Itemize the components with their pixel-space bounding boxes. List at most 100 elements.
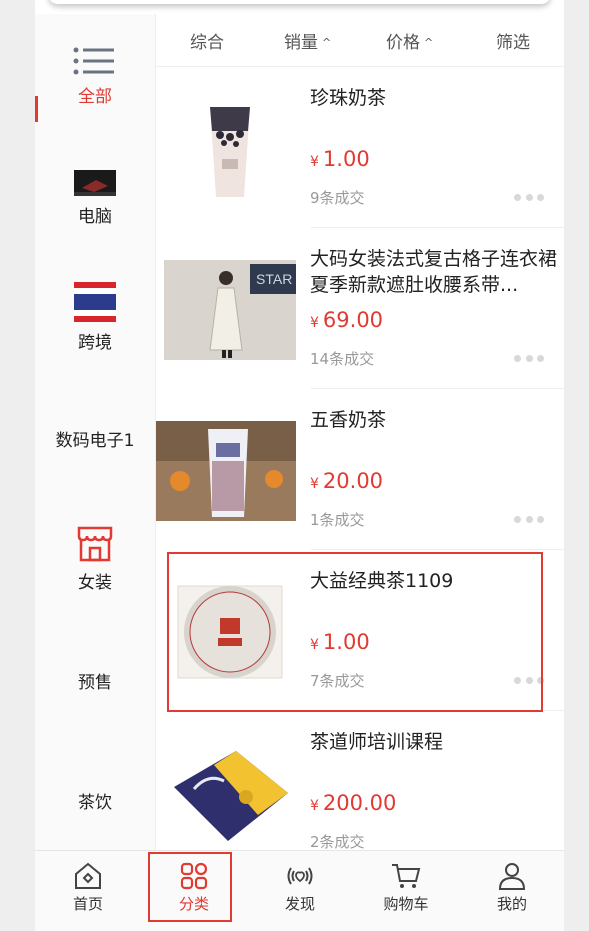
sort-price[interactable]: 价格 ^ xyxy=(386,28,433,53)
tab-label: 发现 xyxy=(284,895,315,913)
product-image-spiced-milk-tea xyxy=(156,421,296,521)
product-price: ¥69.00 xyxy=(310,308,383,332)
list-icon xyxy=(73,47,114,75)
tab-label: 首页 xyxy=(72,895,103,913)
sort-label: 综合 xyxy=(190,33,224,53)
product-name: 大益经典茶1109 xyxy=(310,570,454,592)
product-list: 珍珠奶茶 ¥1.00 9条成交 STAR 大码女装法式复古格子连衣裙夏季新款遮肚… xyxy=(156,67,564,850)
dot-icon xyxy=(525,516,533,523)
tab-label: 购物车 xyxy=(383,895,429,913)
category-item-womens-wear[interactable]: 女装 xyxy=(35,526,155,593)
sales-count: 14条成交 xyxy=(310,350,375,368)
user-icon xyxy=(498,863,526,890)
category-item-all[interactable]: 全部 xyxy=(35,46,155,107)
caret-up-icon: ^ xyxy=(322,36,332,49)
currency-symbol: ¥ xyxy=(310,476,319,492)
product-price: ¥200.00 xyxy=(310,791,396,815)
sort-sales[interactable]: 销量 ^ xyxy=(284,28,331,53)
category-item-tea-drinks[interactable]: 茶饮 xyxy=(35,788,155,813)
price-value: 1.00 xyxy=(322,147,370,171)
tab-discover[interactable]: 发现 xyxy=(247,851,353,931)
home-icon xyxy=(75,862,101,889)
price-value: 69.00 xyxy=(322,308,384,332)
product-price: ¥20.00 xyxy=(310,469,383,493)
tab-label: 我的 xyxy=(496,895,527,913)
category-label: 电脑 xyxy=(78,207,112,227)
price-value: 20.00 xyxy=(322,469,384,493)
more-options-button[interactable] xyxy=(514,677,544,685)
category-label: 茶饮 xyxy=(78,793,112,813)
category-sidebar: 全部 电脑 跨境 数码电子1 女装 预售 茶饮 xyxy=(35,14,156,850)
category-label: 跨境 xyxy=(78,333,112,353)
tab-cart[interactable]: 购物车 xyxy=(353,851,459,931)
dot-icon xyxy=(514,677,521,684)
product-card[interactable]: STAR 大码女装法式复古格子连衣裙夏季新款遮肚收腰系带... ¥69.00 1… xyxy=(156,228,564,389)
dot-icon xyxy=(525,355,533,362)
sort-bar: 综合 销量 ^ 价格 ^ 筛选 xyxy=(156,14,564,67)
tab-profile[interactable]: 我的 xyxy=(459,851,564,931)
category-label: 预售 xyxy=(78,673,112,693)
dot-icon xyxy=(514,516,521,523)
currency-symbol: ¥ xyxy=(310,798,319,814)
sort-comprehensive[interactable]: 综合 xyxy=(190,28,224,53)
product-card[interactable]: 茶道师培训课程 ¥200.00 2条成交 xyxy=(156,711,564,850)
currency-symbol: ¥ xyxy=(310,637,319,653)
svg-text:STAR: STAR xyxy=(256,271,292,287)
product-image-plaid-dress: STAR xyxy=(164,260,296,360)
category-grid-icon xyxy=(180,862,208,890)
sales-count: 7条成交 xyxy=(310,672,365,690)
category-label: 全部 xyxy=(78,87,112,107)
category-item-presale[interactable]: 预售 xyxy=(35,668,155,693)
storefront-icon xyxy=(77,526,113,562)
dot-icon xyxy=(525,194,533,201)
bottom-tab-bar: 首页 分类 发现 购物车 我的 xyxy=(35,850,564,931)
sort-label: 价格 xyxy=(386,33,420,53)
product-image-puer-tea-cake xyxy=(164,582,296,682)
laptop-image-icon xyxy=(74,170,116,196)
category-item-digital[interactable]: 数码电子1 xyxy=(35,426,155,451)
category-label: 数码电子1 xyxy=(55,431,135,451)
category-item-computer[interactable]: 电脑 xyxy=(35,170,155,227)
thailand-flag-icon xyxy=(74,282,116,322)
app-screen: 全部 电脑 跨境 数码电子1 女装 预售 茶饮 综合 销量 ^ 价格 ^ 筛选 … xyxy=(35,0,564,931)
price-value: 200.00 xyxy=(322,791,397,815)
product-card[interactable]: 珍珠奶茶 ¥1.00 9条成交 xyxy=(156,67,564,228)
dot-icon xyxy=(514,194,521,201)
product-price: ¥1.00 xyxy=(310,147,370,171)
tab-category[interactable]: 分类 xyxy=(141,851,247,931)
currency-symbol: ¥ xyxy=(310,154,319,170)
category-label: 女装 xyxy=(78,573,112,593)
product-image-tea-course xyxy=(164,743,296,843)
product-name: 五香奶茶 xyxy=(310,409,387,431)
product-card[interactable]: 五香奶茶 ¥20.00 1条成交 xyxy=(156,389,564,550)
product-name: 茶道师培训课程 xyxy=(310,731,444,753)
search-bar-edge[interactable] xyxy=(48,0,551,4)
dot-icon xyxy=(537,355,544,362)
tab-label: 分类 xyxy=(178,895,209,913)
sales-count: 9条成交 xyxy=(310,189,365,207)
dot-icon xyxy=(537,677,544,684)
dot-icon xyxy=(537,194,544,201)
sort-filter[interactable]: 筛选 xyxy=(496,28,530,53)
sales-count: 1条成交 xyxy=(310,511,365,529)
caret-up-icon: ^ xyxy=(424,36,434,49)
cart-icon xyxy=(392,864,421,888)
sort-label: 销量 xyxy=(284,33,318,53)
more-options-button[interactable] xyxy=(514,516,544,524)
dot-icon xyxy=(525,677,533,684)
product-name: 大码女装法式复古格子连衣裙夏季新款遮肚收腰系带... xyxy=(310,248,558,296)
dot-icon xyxy=(514,355,521,362)
sales-count: 2条成交 xyxy=(310,833,365,850)
product-price: ¥1.00 xyxy=(310,630,370,654)
sort-label: 筛选 xyxy=(496,33,530,53)
more-options-button[interactable] xyxy=(514,194,544,202)
more-options-button[interactable] xyxy=(514,355,544,363)
product-image-pearl-milk-tea xyxy=(164,99,296,199)
dot-icon xyxy=(537,516,544,523)
product-card[interactable]: 大益经典茶1109 ¥1.00 7条成交 xyxy=(156,550,564,711)
product-name: 珍珠奶茶 xyxy=(310,87,387,109)
category-item-cross-border[interactable]: 跨境 xyxy=(35,282,155,353)
currency-symbol: ¥ xyxy=(310,315,319,331)
tab-home[interactable]: 首页 xyxy=(35,851,141,931)
broadcast-heart-icon xyxy=(287,867,313,885)
